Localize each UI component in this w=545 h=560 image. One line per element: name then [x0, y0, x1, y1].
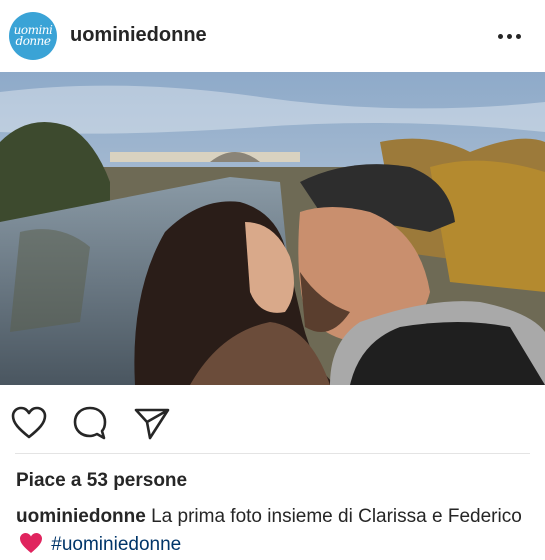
post-header: uomini donne uominiedonne [0, 0, 545, 72]
post-username[interactable]: uominiedonne [70, 24, 207, 47]
avatar[interactable]: uomini donne [9, 12, 57, 60]
likes-count[interactable]: Piace a 53 persone [16, 470, 187, 492]
heart-outline-icon[interactable] [9, 403, 49, 443]
hashtag-link[interactable]: #uominiedonne [51, 534, 181, 555]
post-actions [0, 385, 545, 455]
comment-icon[interactable] [70, 403, 110, 443]
more-options-icon[interactable] [498, 26, 526, 46]
caption: uominiedonne La prima foto insieme di Cl… [16, 503, 531, 559]
caption-username[interactable]: uominiedonne [16, 506, 146, 527]
avatar-logo: uomini donne [13, 23, 53, 48]
caption-text: La prima foto insieme di Clarissa e Fede… [151, 506, 522, 527]
post-photo[interactable] [0, 72, 545, 385]
divider [15, 453, 530, 454]
red-heart-emoji [20, 533, 42, 553]
photo-image [0, 72, 545, 385]
share-icon[interactable] [132, 403, 172, 443]
